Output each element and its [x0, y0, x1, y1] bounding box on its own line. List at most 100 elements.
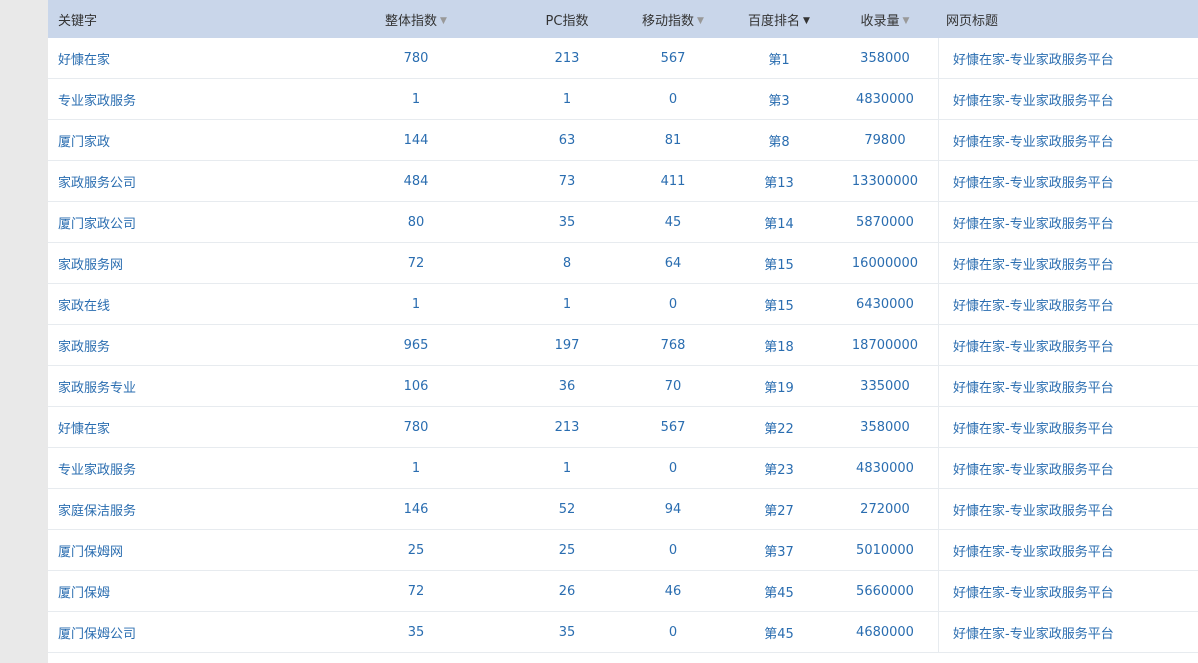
- mobile-index-link[interactable]: 0: [669, 543, 677, 558]
- page-title-link[interactable]: 好慷在家-专业家政服务平台: [953, 541, 1114, 560]
- pc-index-link[interactable]: 25: [559, 543, 576, 558]
- page-title-link[interactable]: 好慷在家-专业家政服务平台: [953, 377, 1114, 396]
- pc-index-link[interactable]: 197: [555, 338, 580, 353]
- baidu-rank-link[interactable]: 第15: [764, 299, 794, 314]
- pc-index-link[interactable]: 1: [563, 297, 571, 312]
- sort-desc-icon[interactable]: ▼: [697, 16, 704, 26]
- page-title-link[interactable]: 好慷在家-专业家政服务平台: [953, 90, 1114, 109]
- indexed-link[interactable]: 4830000: [856, 92, 914, 107]
- baidu-rank-link[interactable]: 第3: [768, 94, 789, 109]
- page-title-link[interactable]: 好慷在家-专业家政服务平台: [953, 623, 1114, 642]
- baidu-rank-link[interactable]: 第15: [764, 258, 794, 273]
- mobile-index-link[interactable]: 0: [669, 461, 677, 476]
- keyword-link[interactable]: 家庭保洁服务: [58, 504, 136, 519]
- indexed-link[interactable]: 13300000: [852, 174, 918, 189]
- keyword-link[interactable]: 厦门家政公司: [58, 217, 136, 232]
- indexed-link[interactable]: 5870000: [856, 215, 914, 230]
- pc-index-link[interactable]: 1: [563, 92, 571, 107]
- overall-index-link[interactable]: 484: [404, 174, 429, 189]
- overall-index-link[interactable]: 35: [408, 625, 425, 640]
- overall-index-link[interactable]: 106: [404, 379, 429, 394]
- indexed-link[interactable]: 16000000: [852, 256, 918, 271]
- baidu-rank-link[interactable]: 第18: [764, 340, 794, 355]
- pc-index-link[interactable]: 1: [563, 461, 571, 476]
- mobile-index-link[interactable]: 411: [661, 174, 686, 189]
- keyword-link[interactable]: 厦门保姆公司: [58, 627, 136, 642]
- overall-index-link[interactable]: 80: [408, 215, 425, 230]
- overall-index-link[interactable]: 146: [404, 502, 429, 517]
- pc-index-link[interactable]: 35: [559, 625, 576, 640]
- mobile-index-link[interactable]: 0: [669, 92, 677, 107]
- indexed-link[interactable]: 5010000: [856, 543, 914, 558]
- baidu-rank-link[interactable]: 第1: [768, 53, 789, 68]
- mobile-index-link[interactable]: 64: [665, 256, 682, 271]
- baidu-rank-link[interactable]: 第8: [768, 135, 789, 150]
- overall-index-link[interactable]: 1: [412, 92, 420, 107]
- page-title-link[interactable]: 好慷在家-专业家政服务平台: [953, 254, 1114, 273]
- indexed-link[interactable]: 5660000: [856, 584, 914, 599]
- page-title-link[interactable]: 好慷在家-专业家政服务平台: [953, 418, 1114, 437]
- baidu-rank-link[interactable]: 第22: [764, 422, 794, 437]
- keyword-link[interactable]: 家政在线: [58, 299, 110, 314]
- col-header-overall-index[interactable]: 整体指数 ▼: [318, 10, 514, 29]
- page-title-link[interactable]: 好慷在家-专业家政服务平台: [953, 172, 1114, 191]
- sort-desc-icon[interactable]: ▼: [903, 16, 910, 26]
- overall-index-link[interactable]: 965: [404, 338, 429, 353]
- keyword-link[interactable]: 厦门家政: [58, 135, 110, 150]
- keyword-link[interactable]: 家政服务公司: [58, 176, 136, 191]
- baidu-rank-link[interactable]: 第23: [764, 463, 794, 478]
- page-title-link[interactable]: 好慷在家-专业家政服务平台: [953, 213, 1114, 232]
- pc-index-link[interactable]: 35: [559, 215, 576, 230]
- keyword-link[interactable]: 家政服务网: [58, 258, 123, 273]
- keyword-link[interactable]: 专业家政服务: [58, 94, 136, 109]
- indexed-link[interactable]: 79800: [864, 133, 905, 148]
- baidu-rank-link[interactable]: 第14: [764, 217, 794, 232]
- mobile-index-link[interactable]: 70: [665, 379, 682, 394]
- baidu-rank-link[interactable]: 第13: [764, 176, 794, 191]
- keyword-link[interactable]: 家政服务专业: [58, 381, 136, 396]
- indexed-link[interactable]: 358000: [860, 51, 910, 66]
- pc-index-link[interactable]: 73: [559, 174, 576, 189]
- indexed-link[interactable]: 4830000: [856, 461, 914, 476]
- mobile-index-link[interactable]: 81: [665, 133, 682, 148]
- mobile-index-link[interactable]: 567: [661, 51, 686, 66]
- mobile-index-link[interactable]: 0: [669, 297, 677, 312]
- page-title-link[interactable]: 好慷在家-专业家政服务平台: [953, 131, 1114, 150]
- mobile-index-link[interactable]: 768: [661, 338, 686, 353]
- baidu-rank-link[interactable]: 第27: [764, 504, 794, 519]
- baidu-rank-link[interactable]: 第19: [764, 381, 794, 396]
- overall-index-link[interactable]: 780: [404, 420, 429, 435]
- col-header-baidu-rank[interactable]: 百度排名 ▼: [726, 10, 832, 29]
- pc-index-link[interactable]: 213: [555, 51, 580, 66]
- keyword-link[interactable]: 厦门保姆: [58, 586, 110, 601]
- pc-index-link[interactable]: 36: [559, 379, 576, 394]
- page-title-link[interactable]: 好慷在家-专业家政服务平台: [953, 500, 1114, 519]
- overall-index-link[interactable]: 144: [404, 133, 429, 148]
- overall-index-link[interactable]: 25: [408, 543, 425, 558]
- overall-index-link[interactable]: 1: [412, 461, 420, 476]
- baidu-rank-link[interactable]: 第45: [764, 627, 794, 642]
- sort-desc-icon[interactable]: ▼: [803, 16, 810, 26]
- pc-index-link[interactable]: 52: [559, 502, 576, 517]
- page-title-link[interactable]: 好慷在家-专业家政服务平台: [953, 336, 1114, 355]
- pc-index-link[interactable]: 8: [563, 256, 571, 271]
- mobile-index-link[interactable]: 45: [665, 215, 682, 230]
- page-title-link[interactable]: 好慷在家-专业家政服务平台: [953, 49, 1114, 68]
- keyword-link[interactable]: 家政服务: [58, 340, 110, 355]
- overall-index-link[interactable]: 72: [408, 584, 425, 599]
- keyword-link[interactable]: 专业家政服务: [58, 463, 136, 478]
- overall-index-link[interactable]: 780: [404, 51, 429, 66]
- indexed-link[interactable]: 18700000: [852, 338, 918, 353]
- mobile-index-link[interactable]: 0: [669, 625, 677, 640]
- baidu-rank-link[interactable]: 第45: [764, 586, 794, 601]
- overall-index-link[interactable]: 1: [412, 297, 420, 312]
- keyword-link[interactable]: 厦门保姆网: [58, 545, 123, 560]
- mobile-index-link[interactable]: 46: [665, 584, 682, 599]
- indexed-link[interactable]: 335000: [860, 379, 910, 394]
- sort-desc-icon[interactable]: ▼: [440, 16, 447, 26]
- pc-index-link[interactable]: 213: [555, 420, 580, 435]
- indexed-link[interactable]: 272000: [860, 502, 910, 517]
- pc-index-link[interactable]: 63: [559, 133, 576, 148]
- overall-index-link[interactable]: 72: [408, 256, 425, 271]
- keyword-link[interactable]: 好慷在家: [58, 53, 110, 68]
